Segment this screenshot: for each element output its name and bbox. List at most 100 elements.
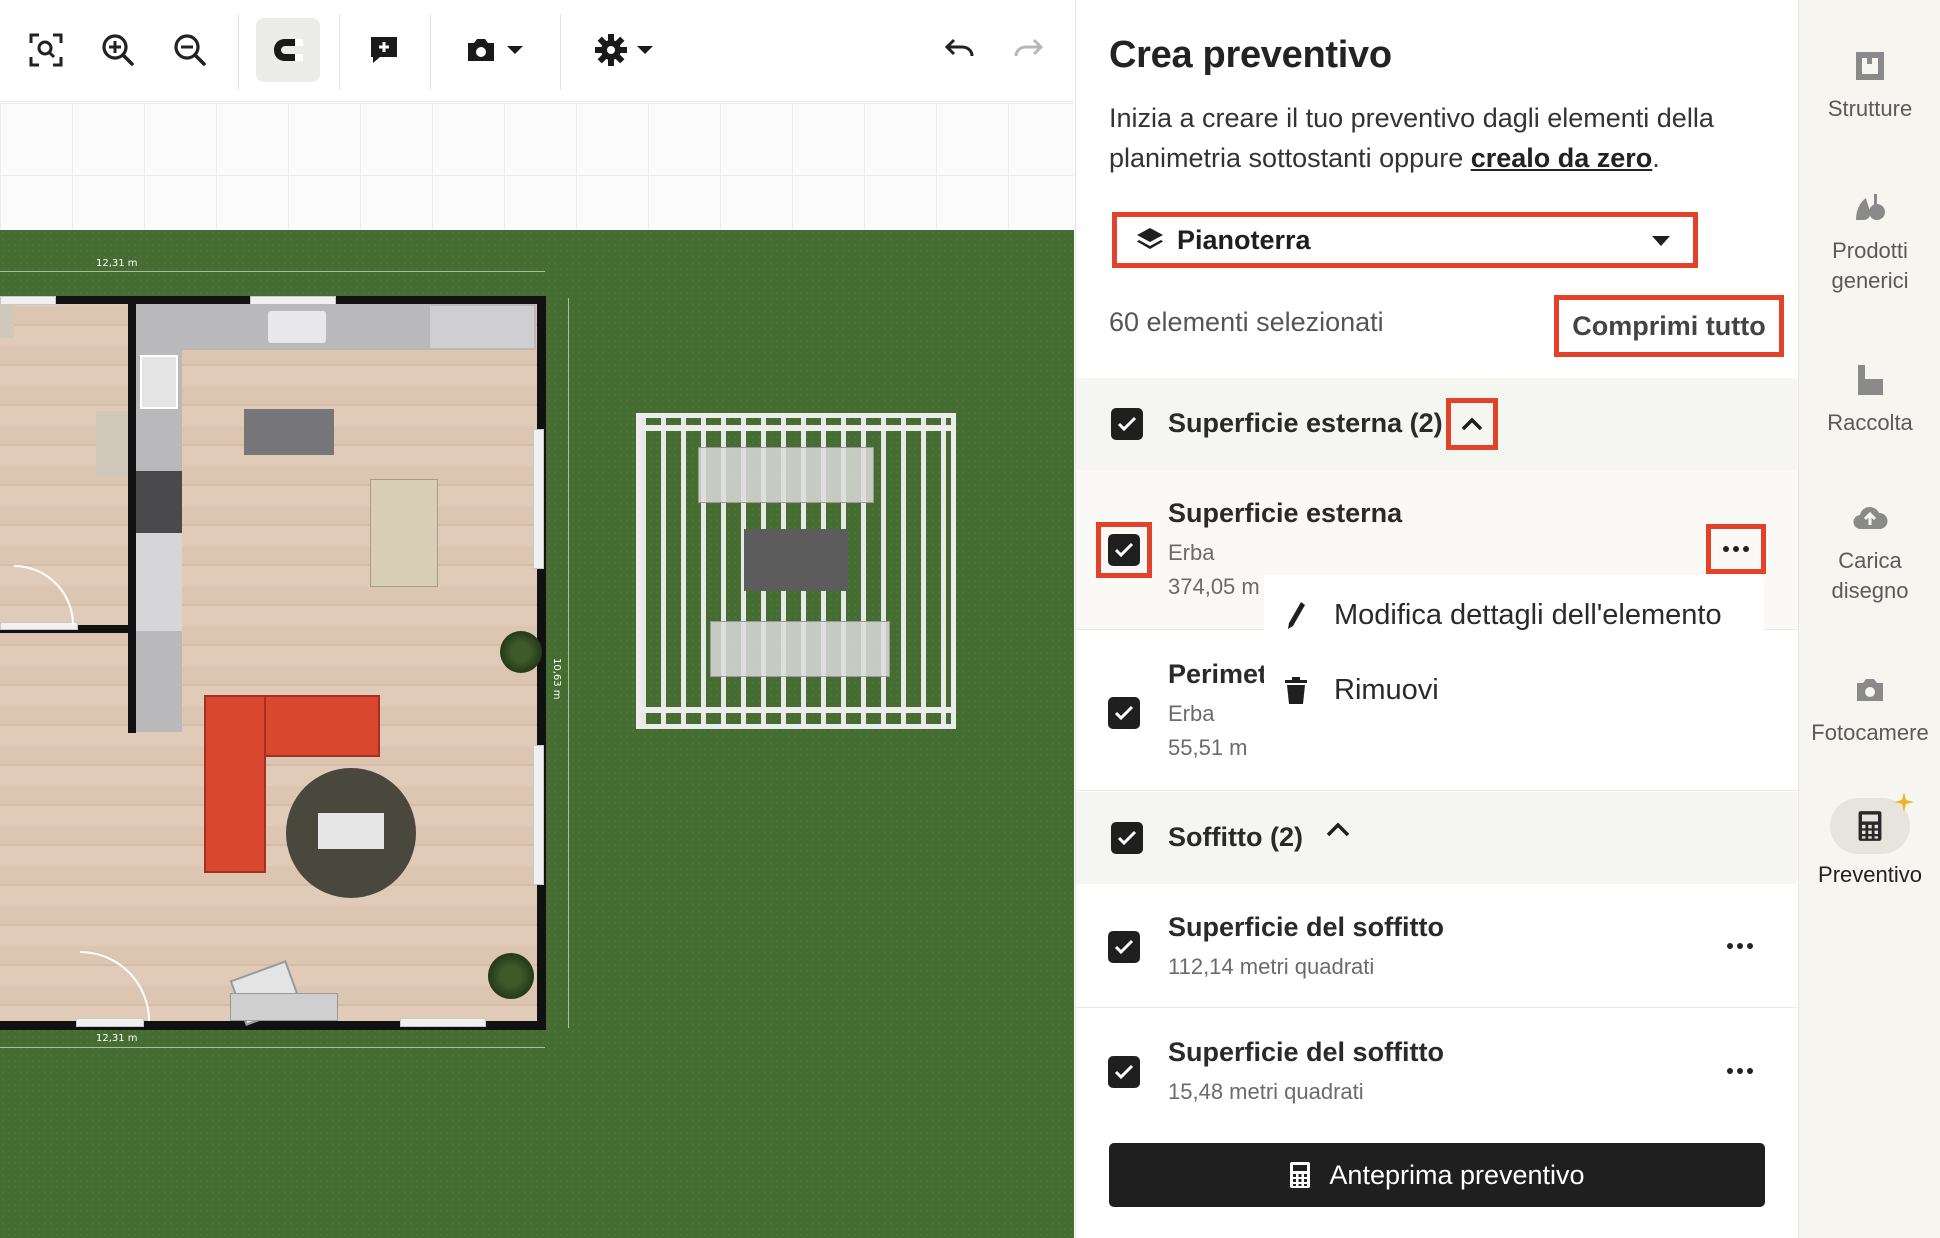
comment-plus-icon — [371, 37, 397, 63]
chevron-up-icon — [1326, 822, 1350, 837]
coffee-table[interactable] — [318, 813, 384, 849]
check-icon — [1114, 939, 1134, 955]
rail-item-upload-drawing[interactable]: Carica disegno — [1799, 496, 1940, 606]
plant[interactable] — [488, 953, 534, 999]
tv-stand[interactable] — [230, 993, 338, 1021]
item-area: 112,14 metri quadrati — [1168, 954, 1375, 979]
caret-down-icon — [507, 46, 523, 54]
structure-icon — [1856, 52, 1884, 80]
camera-icon — [468, 39, 494, 61]
redo-button[interactable] — [1000, 22, 1056, 78]
group-checkbox[interactable] — [1111, 822, 1143, 854]
preview-bar: Anteprima preventivo — [1076, 1110, 1797, 1238]
item-checkbox[interactable] — [1108, 697, 1140, 729]
sofa-chaise[interactable] — [204, 695, 266, 873]
item-more-button[interactable] — [1712, 924, 1768, 968]
item-context-menu: Modifica dettagli dell'elemento Rimuovi — [1264, 575, 1764, 725]
products-icon — [1856, 194, 1885, 220]
item-title: Perimet — [1168, 659, 1268, 689]
floor-plan-canvas[interactable]: 12,31 m 12,31 m 10,63 m — [0, 103, 1074, 1238]
window — [533, 745, 544, 885]
outdoor-sofa[interactable] — [698, 447, 874, 503]
collapse-all-button[interactable]: Comprimi tutto — [1554, 295, 1784, 357]
kitchen-shelf[interactable] — [430, 306, 534, 348]
item-checkbox[interactable] — [1108, 534, 1140, 566]
rail-label: Prodotti generici — [1831, 238, 1909, 293]
undo-button[interactable] — [932, 22, 988, 78]
group-checkbox[interactable] — [1111, 408, 1143, 440]
check-icon — [1114, 705, 1134, 721]
preview-estimate-button[interactable]: Anteprima preventivo — [1109, 1143, 1765, 1207]
layers-icon — [1137, 228, 1163, 249]
add-note-button[interactable] — [356, 22, 412, 78]
item-more-button[interactable] — [1712, 1049, 1768, 1093]
oven[interactable] — [140, 355, 178, 409]
calculator-icon — [1290, 1162, 1311, 1188]
canvas-toolbar — [0, 0, 1074, 102]
panel-description: Inizia a creare il tuo preventivo dagli … — [1109, 98, 1749, 178]
check-icon — [1114, 542, 1134, 558]
item-area: 15,48 metri quadrati — [1168, 1079, 1364, 1104]
item-title: Superficie del soffitto — [1168, 1037, 1445, 1067]
item-title: Superficie esterna — [1168, 498, 1403, 528]
rail-label: Preventivo — [1818, 862, 1922, 887]
side-rail: Strutture Prodotti generici Raccolta Car… — [1798, 0, 1940, 1238]
pergola-beam — [636, 425, 956, 431]
wardrobe[interactable] — [0, 304, 14, 338]
rail-item-collection[interactable]: Raccolta — [1799, 358, 1940, 438]
item-checkbox[interactable] — [1108, 931, 1140, 963]
selected-count: 60 elementi selezionati — [1109, 307, 1384, 337]
dimension-line-side — [568, 298, 569, 1028]
zoom-in-button[interactable] — [90, 22, 146, 78]
rail-item-generic-products[interactable]: Prodotti generici — [1799, 186, 1940, 296]
floor-selector[interactable]: Pianoterra — [1112, 212, 1698, 268]
zoom-in-icon — [102, 34, 134, 66]
rail-item-structures[interactable]: Strutture — [1799, 44, 1940, 124]
group-title: Soffitto (2) — [1168, 822, 1303, 852]
snap-magnet-button[interactable] — [256, 18, 320, 82]
rail-item-estimate[interactable]: Preventivo — [1799, 792, 1940, 890]
group-title: Superficie esterna (2) — [1168, 408, 1443, 438]
kitchen-sink[interactable] — [268, 311, 326, 343]
group-header-outdoor-surface[interactable]: Superficie esterna (2) — [1076, 378, 1797, 470]
group-collapse-toggle[interactable] — [1446, 398, 1498, 450]
item-area: 55,51 m — [1168, 735, 1248, 760]
check-icon — [1114, 1064, 1134, 1080]
list-item[interactable]: Superficie del soffitto 112,14 metri qua… — [1076, 884, 1797, 1008]
check-icon — [1117, 416, 1137, 432]
menu-item-edit-details[interactable]: Modifica dettagli dell'elemento — [1282, 599, 1722, 632]
dimension-line-bottom — [0, 1047, 545, 1048]
collection-icon — [1858, 365, 1883, 395]
camera-icon — [1857, 679, 1883, 701]
menu-item-remove[interactable]: Rimuovi — [1282, 674, 1439, 707]
zoom-fit-button[interactable] — [18, 22, 74, 78]
rail-item-cameras[interactable]: Fotocamere — [1799, 668, 1940, 748]
item-title: Superficie del soffitto — [1168, 912, 1445, 942]
dimension-side-label: 10,63 m — [551, 658, 562, 700]
redo-icon — [1014, 38, 1044, 57]
menu-item-label: Modifica dettagli dell'elemento — [1334, 599, 1722, 631]
dining-table[interactable] — [370, 479, 438, 587]
zoom-fit-icon — [29, 33, 63, 67]
side-table[interactable] — [96, 411, 128, 477]
outdoor-sofa[interactable] — [710, 621, 890, 677]
check-icon — [1117, 830, 1137, 846]
zoom-out-button[interactable] — [162, 22, 218, 78]
dimension-line-top — [0, 271, 545, 272]
kitchen-island[interactable] — [244, 409, 334, 455]
create-from-scratch-link[interactable]: crealo da zero — [1471, 143, 1653, 173]
group-header-ceiling[interactable]: Soffitto (2) — [1076, 792, 1797, 884]
item-material: Erba — [1168, 701, 1215, 726]
fridge[interactable] — [136, 471, 182, 533]
magnet-icon — [274, 39, 303, 61]
plant[interactable] — [500, 631, 542, 673]
window — [400, 1018, 486, 1027]
outdoor-table[interactable] — [744, 529, 848, 591]
item-checkbox[interactable] — [1108, 1056, 1140, 1088]
cabinet[interactable] — [136, 533, 182, 631]
camera-dropdown-button[interactable] — [456, 22, 532, 78]
group-collapse-toggle[interactable] — [1326, 822, 1350, 843]
gear-icon — [595, 34, 627, 66]
settings-dropdown-button[interactable] — [586, 22, 662, 78]
item-more-button[interactable] — [1706, 524, 1766, 574]
